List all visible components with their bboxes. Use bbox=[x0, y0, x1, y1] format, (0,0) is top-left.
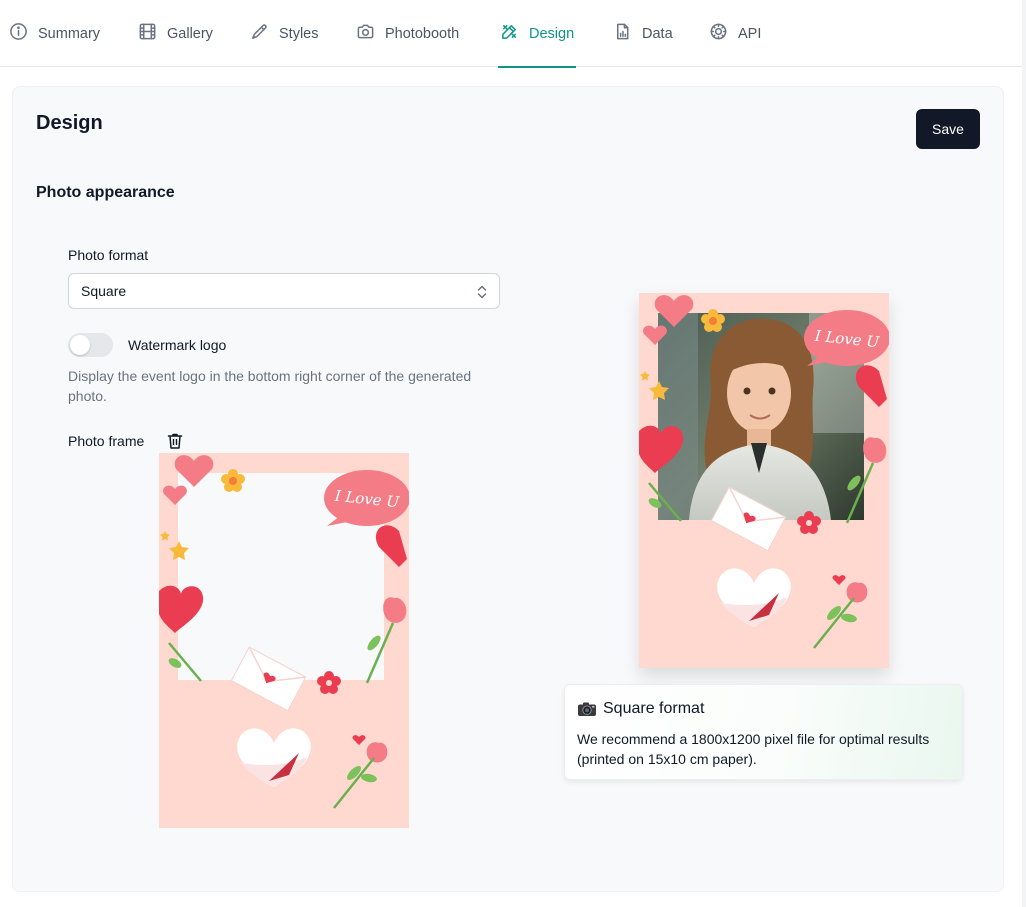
page-title: Design bbox=[36, 112, 103, 134]
tab-styles[interactable]: Styles bbox=[250, 0, 319, 67]
tab-label: Styles bbox=[279, 25, 319, 42]
tab-api[interactable]: API bbox=[709, 0, 761, 67]
trash-icon[interactable] bbox=[165, 431, 185, 451]
photo-frame-preview[interactable]: I Love U bbox=[159, 453, 409, 828]
chevron-up-down-icon bbox=[477, 285, 487, 299]
watermark-helper-text: Display the event logo in the bottom rig… bbox=[68, 368, 472, 404]
eyedropper-icon bbox=[250, 22, 269, 45]
tab-photobooth[interactable]: Photobooth bbox=[356, 0, 459, 67]
toggle-knob bbox=[70, 335, 90, 355]
photo-format-label: Photo format bbox=[68, 247, 149, 263]
tab-label: Data bbox=[642, 25, 673, 42]
info-text: We recommend a 1800x1200 pixel file for … bbox=[577, 731, 930, 767]
format-info-box: Square format We recommend a 1800x1200 p… bbox=[564, 684, 963, 780]
save-button[interactable]: Save bbox=[916, 109, 980, 149]
photo-frame-label: Photo frame bbox=[68, 433, 145, 449]
tab-gallery[interactable]: Gallery bbox=[138, 0, 213, 67]
tab-label: Design bbox=[529, 25, 575, 42]
tab-label: Summary bbox=[38, 25, 101, 42]
tab-label: Gallery bbox=[167, 25, 213, 42]
photo-format-value: Square bbox=[81, 283, 127, 299]
tab-summary[interactable]: Summary bbox=[9, 0, 100, 67]
watermark-toggle[interactable] bbox=[68, 333, 113, 357]
tab-data[interactable]: Data bbox=[613, 0, 673, 67]
scrollbar[interactable] bbox=[1022, 0, 1026, 907]
camera-emoji-icon bbox=[578, 702, 596, 716]
frame-artwork: I Love U bbox=[159, 453, 409, 828]
section-title: Photo appearance bbox=[36, 184, 175, 201]
film-icon bbox=[138, 22, 157, 45]
tab-bar: Summary Gallery Styles Photobooth Design… bbox=[0, 0, 1022, 68]
chart-file-icon bbox=[613, 22, 632, 45]
tab-design[interactable]: Design bbox=[497, 0, 577, 68]
design-tools-icon bbox=[500, 22, 519, 45]
tab-label: Photobooth bbox=[385, 25, 460, 42]
gear-icon bbox=[709, 22, 728, 45]
design-preview: I Love U bbox=[639, 293, 889, 668]
info-title: Square format bbox=[603, 700, 705, 717]
camera-icon bbox=[356, 22, 375, 45]
preview-artwork: I Love U bbox=[639, 293, 889, 668]
tab-label: API bbox=[738, 25, 762, 42]
info-circle-icon bbox=[9, 22, 28, 45]
watermark-label: Watermark logo bbox=[128, 337, 227, 353]
photo-format-select[interactable]: Square bbox=[68, 273, 500, 309]
info-title-row: Square format bbox=[577, 700, 704, 718]
